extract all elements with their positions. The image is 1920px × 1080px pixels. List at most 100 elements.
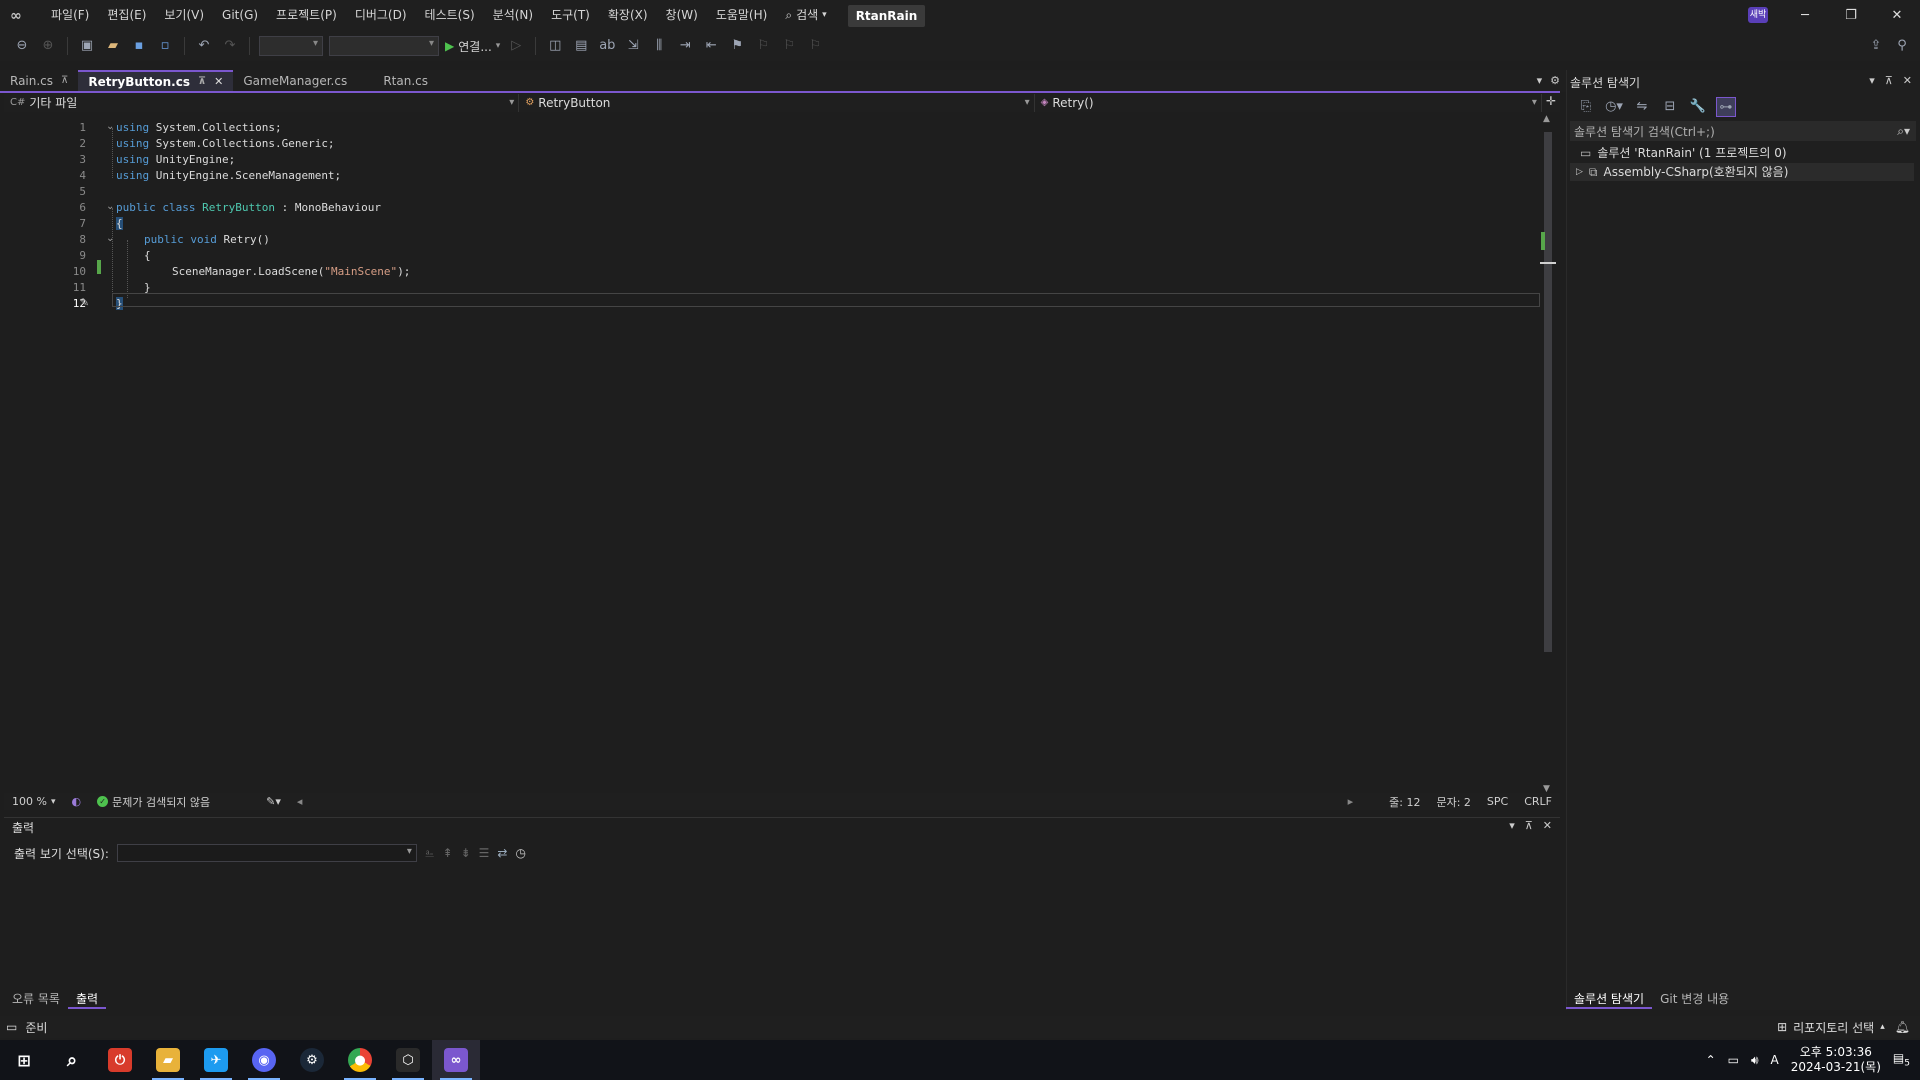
pin-icon[interactable]: ⊼ (1885, 74, 1893, 87)
menu-view[interactable]: 보기(V) (155, 0, 213, 31)
menu-edit[interactable]: 편집(E) (98, 0, 155, 31)
scrollbar-thumb[interactable] (1544, 132, 1552, 652)
sync-with-document-icon[interactable]: ⇋ (1632, 97, 1652, 117)
window-position-dropdown-icon[interactable]: ▾ (1869, 74, 1875, 87)
notification-center-icon[interactable]: ▤5 (1893, 1051, 1910, 1068)
clear-bookmarks-icon[interactable]: ⚐ (805, 36, 825, 56)
browser-link-icon[interactable]: ◫ (545, 36, 565, 56)
output-status-icon[interactable]: ▭ (6, 1020, 17, 1034)
network-icon[interactable]: ▭ (1728, 1053, 1739, 1067)
feedback-icon[interactable]: ⚲ (1892, 36, 1912, 56)
output-source-select[interactable] (116, 844, 417, 862)
menu-file[interactable]: 파일(F) (42, 0, 98, 31)
tab-rtan-cs[interactable]: Rtan.cs (373, 70, 463, 92)
search-menu[interactable]: ⌕ 검색 ▾ (776, 0, 835, 31)
restore-icon[interactable]: ❐ (1828, 8, 1874, 23)
member-dropdown[interactable]: ◈ Retry() (1035, 94, 1542, 112)
indent-icon[interactable]: ⇥ (675, 36, 695, 56)
clear-all-icon[interactable]: ☰ (479, 846, 490, 860)
taskbar-app-bird[interactable]: ✈ (192, 1040, 240, 1080)
char-indicator[interactable]: 문자: 2 (1428, 794, 1478, 810)
scroll-left-icon[interactable]: ◂ (289, 795, 311, 808)
preview-selected-icon[interactable]: ⊶ (1716, 97, 1736, 117)
taskbar-unity[interactable]: ⬡ (384, 1040, 432, 1080)
step-icon[interactable]: ⇲ (623, 36, 643, 56)
issues-indicator[interactable]: ✓ 문제가 검색되지 않음 (89, 794, 218, 810)
taskbar-chrome[interactable]: ● (336, 1040, 384, 1080)
menu-project[interactable]: 프로젝트(P) (267, 0, 346, 31)
timestamp-icon[interactable]: ◷ (515, 846, 525, 860)
spellcheck-icon[interactable]: ab (597, 36, 617, 56)
tab-output[interactable]: 출력 (67, 989, 107, 1009)
pin-icon[interactable]: ⊼ (198, 71, 206, 93)
prev-bookmark-icon[interactable]: ⚐ (753, 36, 773, 56)
account-avatar[interactable]: 새박 (1748, 7, 1768, 23)
open-folder-icon[interactable]: ▰ (103, 36, 123, 56)
taskbar-steam[interactable]: ⚙ (288, 1040, 336, 1080)
close-icon[interactable]: ✕ (1903, 74, 1912, 87)
line-indicator[interactable]: 줄: 12 (1381, 794, 1428, 810)
notification-bell-icon[interactable]: 🔔︎ (1895, 1020, 1910, 1034)
line-ending-indicator[interactable]: CRLF (1516, 794, 1560, 810)
tab-retrybutton-cs[interactable]: RetryButton.cs ⊼ ✕ (78, 70, 234, 93)
layout-icon[interactable]: ▤ (571, 36, 591, 56)
tab-error-list[interactable]: 오류 목록 (4, 989, 68, 1009)
pin-icon[interactable]: ⊼ (1525, 819, 1533, 832)
add-to-source-control[interactable]: ⊞ 리포지토리 선택 ▴ (1777, 1019, 1885, 1036)
search-icon[interactable]: ⌕▾ (1897, 124, 1910, 139)
collapse-icon[interactable]: ⌄ (106, 121, 114, 132)
properties-wrench-icon[interactable]: 🔧 (1688, 97, 1708, 117)
collapse-all-icon[interactable]: ⊟ (1660, 97, 1680, 117)
attach-debugger-button[interactable]: ▶ 연결... ▾ (445, 38, 500, 55)
menu-debug[interactable]: 디버그(D) (346, 0, 416, 31)
tree-project-node[interactable]: ▷ ⧉ Assembly-CSharp(호환되지 않음) (1570, 163, 1914, 181)
collapse-icon[interactable]: ⌄ (106, 201, 114, 212)
whitespace-indicator[interactable]: SPC (1479, 794, 1516, 810)
ime-indicator[interactable]: A (1771, 1053, 1779, 1067)
code-cleanup-brush-icon[interactable]: ✎▾ (258, 795, 289, 808)
scroll-right-icon[interactable]: ▸ (1340, 794, 1362, 810)
tab-list-dropdown-icon[interactable]: ▾ (1537, 74, 1543, 87)
editor-vertical-scrollbar[interactable]: ▲ ▼ (1540, 114, 1556, 794)
volume-icon[interactable]: 🔊︎ (1751, 1053, 1759, 1068)
pin-icon[interactable]: ⊼ (61, 70, 68, 92)
project-dropdown[interactable]: C# 기타 파일 (4, 94, 520, 112)
split-editor-icon[interactable]: ✛ (1542, 94, 1560, 112)
live-share-icon[interactable]: ⇪ (1866, 36, 1886, 56)
type-dropdown[interactable]: ⚙ RetryButton (519, 94, 1035, 112)
find-message-icon[interactable]: ⎁ (425, 846, 435, 861)
close-icon[interactable]: ✕ (1874, 8, 1920, 23)
solution-explorer-search[interactable]: 솔루션 탐색기 검색(Ctrl+;) ⌕▾ (1570, 121, 1916, 141)
taskbar-app-red[interactable]: ⏻ (96, 1040, 144, 1080)
columns-icon[interactable]: ⫼ (649, 36, 669, 56)
taskbar-discord[interactable]: ◉ (240, 1040, 288, 1080)
tab-rain-cs[interactable]: Rain.cs ⊼ (0, 70, 78, 92)
save-icon[interactable]: ▪ (129, 36, 149, 56)
tab-solution-explorer[interactable]: 솔루션 탐색기 (1566, 989, 1653, 1009)
settings-gear-icon[interactable]: ⚙ (1550, 74, 1560, 87)
word-wrap-icon[interactable]: ⇄ (497, 846, 507, 860)
menu-test[interactable]: 테스트(S) (416, 0, 484, 31)
switch-views-icon[interactable]: ⎘ (1576, 97, 1596, 117)
close-icon[interactable]: ✕ (1543, 819, 1552, 832)
prev-message-icon[interactable]: ⇞ (443, 846, 453, 860)
navigate-back-icon[interactable]: ⊖ (12, 36, 32, 56)
clock[interactable]: 오후 5:03:36 2024-03-21(목) (1791, 1045, 1881, 1075)
scroll-up-icon[interactable]: ▲ (1543, 114, 1550, 124)
collapse-icon[interactable]: ⌄ (106, 233, 114, 244)
expand-arrow-icon[interactable]: ▷ (1576, 163, 1583, 181)
start-button[interactable]: ⊞ (0, 1040, 48, 1080)
intellicode-icon[interactable]: ◐ (63, 795, 89, 808)
minimize-icon[interactable]: ─ (1782, 8, 1828, 23)
menu-tools[interactable]: 도구(T) (542, 0, 599, 31)
window-position-dropdown-icon[interactable]: ▾ (1509, 819, 1515, 832)
menu-analyze[interactable]: 분석(N) (484, 0, 542, 31)
start-without-debugging-icon[interactable]: ▷ (506, 36, 526, 56)
taskbar-visual-studio[interactable]: ∞ (432, 1040, 480, 1080)
next-message-icon[interactable]: ⇟ (461, 846, 471, 860)
platform-dropdown[interactable] (329, 36, 439, 56)
tab-gamemanager-cs[interactable]: GameManager.cs (233, 70, 373, 92)
configuration-dropdown[interactable] (259, 36, 323, 56)
code-editor[interactable]: 1 2 3 4 5 6 7 8 9 10 11 12 ✎ ⌄ ⌄ ⌄ using… (6, 114, 1546, 794)
next-bookmark-icon[interactable]: ⚐ (779, 36, 799, 56)
